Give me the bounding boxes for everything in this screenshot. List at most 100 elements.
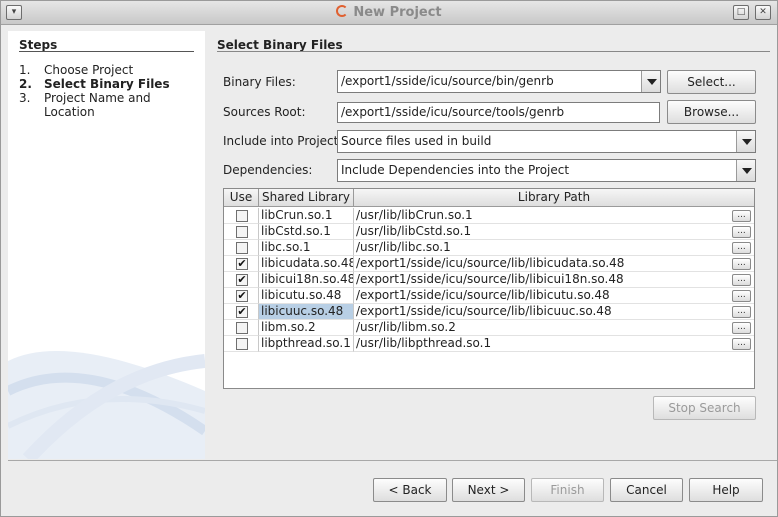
use-cell: ✔ xyxy=(224,288,259,304)
chevron-down-icon[interactable] xyxy=(736,160,755,181)
window-title: New Project xyxy=(1,5,777,20)
browse-path-button[interactable]: ... xyxy=(732,306,751,318)
table-row[interactable]: ✔ libicutu.so.48/export1/sside/icu/source… xyxy=(224,288,754,304)
table-row[interactable]: libpthread.so.1/usr/lib/libpthread.so.1.… xyxy=(224,336,754,352)
finish-label: Finish xyxy=(550,483,585,497)
column-header-library-path[interactable]: Library Path xyxy=(354,189,754,207)
step-label: Project Name and Location xyxy=(44,91,151,119)
use-checkbox[interactable] xyxy=(236,338,248,350)
browse-path-button[interactable]: ... xyxy=(732,290,751,302)
cancel-button[interactable]: Cancel xyxy=(610,478,683,502)
column-header-shared-library[interactable]: Shared Library xyxy=(259,189,354,207)
library-path-cell[interactable]: /export1/sside/icu/source/lib/libicuuc.s… xyxy=(354,304,754,320)
next-button[interactable]: Next > xyxy=(452,478,525,502)
browse-path-button[interactable]: ... xyxy=(732,274,751,286)
step-1: 1. Choose Project xyxy=(19,63,133,77)
shared-library-cell[interactable]: libicutu.so.48 xyxy=(259,288,354,304)
table-row[interactable]: libc.so.1/usr/lib/libc.so.1... xyxy=(224,240,754,256)
library-path-text: /export1/sside/icu/source/lib/libicutu.s… xyxy=(356,288,610,302)
use-cell xyxy=(224,208,259,224)
table-row[interactable]: ✔ libicudata.so.48/export1/sside/icu/sour… xyxy=(224,256,754,272)
use-checkbox[interactable] xyxy=(236,226,248,238)
help-label: Help xyxy=(712,483,740,497)
table-row[interactable]: ✔ libicui18n.so.48/export1/sside/icu/sour… xyxy=(224,272,754,288)
browse-path-button[interactable]: ... xyxy=(732,338,751,350)
main-panel: Select Binary Files Binary Files: /expor… xyxy=(206,31,777,459)
shared-library-cell[interactable]: libCrun.so.1 xyxy=(259,208,354,224)
step-2-current: 2. Select Binary Files xyxy=(19,77,170,91)
library-path-text: /export1/sside/icu/source/lib/libicui18n… xyxy=(356,272,624,286)
binary-files-value: /export1/sside/icu/source/bin/genrb xyxy=(341,74,554,88)
library-path-cell[interactable]: /usr/lib/libc.so.1... xyxy=(354,240,754,256)
steps-divider xyxy=(19,51,194,52)
library-path-text: /usr/lib/libCrun.so.1 xyxy=(356,208,473,222)
include-value: Source files used in build xyxy=(341,134,492,148)
steps-panel: Steps 1. Choose Project 2. Select Binary F… xyxy=(8,31,205,459)
step-label: Choose Project xyxy=(44,63,134,77)
include-into-project-combo[interactable]: Source files used in build xyxy=(337,130,756,153)
library-path-cell[interactable]: /usr/lib/libCstd.so.1... xyxy=(354,224,754,240)
library-path-cell[interactable]: /usr/lib/libCrun.so.1... xyxy=(354,208,754,224)
step-number: 2. xyxy=(19,77,32,91)
binary-files-combo[interactable]: /export1/sside/icu/source/bin/genrb xyxy=(337,70,661,93)
library-path-cell[interactable]: /usr/lib/libpthread.so.1... xyxy=(354,336,754,352)
shared-library-cell[interactable]: libc.so.1 xyxy=(259,240,354,256)
maximize-icon[interactable]: □ xyxy=(733,5,749,20)
steps-heading: Steps xyxy=(19,38,58,52)
browse-path-button[interactable]: ... xyxy=(732,322,751,334)
dependencies-value: Include Dependencies into the Project xyxy=(341,163,570,177)
dependencies-combo[interactable]: Include Dependencies into the Project xyxy=(337,159,756,182)
library-path-text: /usr/lib/libc.so.1 xyxy=(356,240,451,254)
window-title-text: New Project xyxy=(353,5,442,20)
sources-root-field[interactable]: /export1/sside/icu/source/tools/genrb xyxy=(337,102,660,123)
use-checkbox[interactable]: ✔ xyxy=(236,306,248,318)
step-number: 3. xyxy=(19,91,31,105)
library-path-cell[interactable]: /export1/sside/icu/source/lib/libicui18n… xyxy=(354,272,754,288)
table-row[interactable]: libCrun.so.1/usr/lib/libCrun.so.1... xyxy=(224,208,754,224)
shared-library-cell[interactable]: libpthread.so.1 xyxy=(259,336,354,352)
use-checkbox[interactable] xyxy=(236,322,248,334)
browse-path-button[interactable]: ... xyxy=(732,258,751,270)
use-checkbox[interactable]: ✔ xyxy=(236,274,248,286)
help-button[interactable]: Help xyxy=(689,478,763,502)
title-bar[interactable]: ▾ New Project □ ✕ xyxy=(1,1,777,25)
use-cell xyxy=(224,224,259,240)
table-header: Use Shared Library Library Path xyxy=(224,189,754,207)
sources-root-label: Sources Root: xyxy=(223,105,306,119)
library-path-text: /export1/sside/icu/source/lib/libicudata… xyxy=(356,256,625,270)
use-cell: ✔ xyxy=(224,304,259,320)
table-row[interactable]: ✔ libicuuc.so.48/export1/sside/icu/source… xyxy=(224,304,754,320)
title-divider xyxy=(217,51,770,52)
shared-library-cell[interactable]: libm.so.2 xyxy=(259,320,354,336)
libraries-table[interactable]: Use Shared Library Library Path libCrun.… xyxy=(223,188,755,389)
browse-path-button[interactable]: ... xyxy=(732,210,751,222)
shared-library-cell[interactable]: libicuuc.so.48 xyxy=(259,304,354,320)
netbeans-logo-icon xyxy=(336,5,349,17)
cancel-label: Cancel xyxy=(626,483,667,497)
browse-path-button[interactable]: ... xyxy=(732,242,751,254)
library-path-cell[interactable]: /export1/sside/icu/source/lib/libicutu.s… xyxy=(354,288,754,304)
shared-library-cell[interactable]: libicudata.so.48 xyxy=(259,256,354,272)
chevron-down-icon[interactable] xyxy=(641,71,660,92)
select-button[interactable]: Select... xyxy=(667,70,756,94)
table-row[interactable]: libm.so.2/usr/lib/libm.so.2... xyxy=(224,320,754,336)
use-checkbox[interactable] xyxy=(236,242,248,254)
chevron-down-icon[interactable] xyxy=(736,131,755,152)
back-label: < Back xyxy=(388,483,432,497)
close-icon[interactable]: ✕ xyxy=(755,5,771,20)
use-checkbox[interactable]: ✔ xyxy=(236,290,248,302)
column-header-use[interactable]: Use xyxy=(224,189,259,207)
library-path-cell[interactable]: /export1/sside/icu/source/lib/libicudata… xyxy=(354,256,754,272)
browse-path-button[interactable]: ... xyxy=(732,226,751,238)
shared-library-cell[interactable]: libicui18n.so.48 xyxy=(259,272,354,288)
table-row[interactable]: libCstd.so.1/usr/lib/libCstd.so.1... xyxy=(224,224,754,240)
back-button[interactable]: < Back xyxy=(373,478,447,502)
browse-button[interactable]: Browse... xyxy=(667,100,756,124)
library-path-cell[interactable]: /usr/lib/libm.so.2... xyxy=(354,320,754,336)
use-checkbox[interactable] xyxy=(236,210,248,222)
use-checkbox[interactable]: ✔ xyxy=(236,258,248,270)
page-title: Select Binary Files xyxy=(217,38,343,52)
library-path-text: /usr/lib/libCstd.so.1 xyxy=(356,224,472,238)
step-label: Select Binary Files xyxy=(44,77,170,91)
shared-library-cell[interactable]: libCstd.so.1 xyxy=(259,224,354,240)
